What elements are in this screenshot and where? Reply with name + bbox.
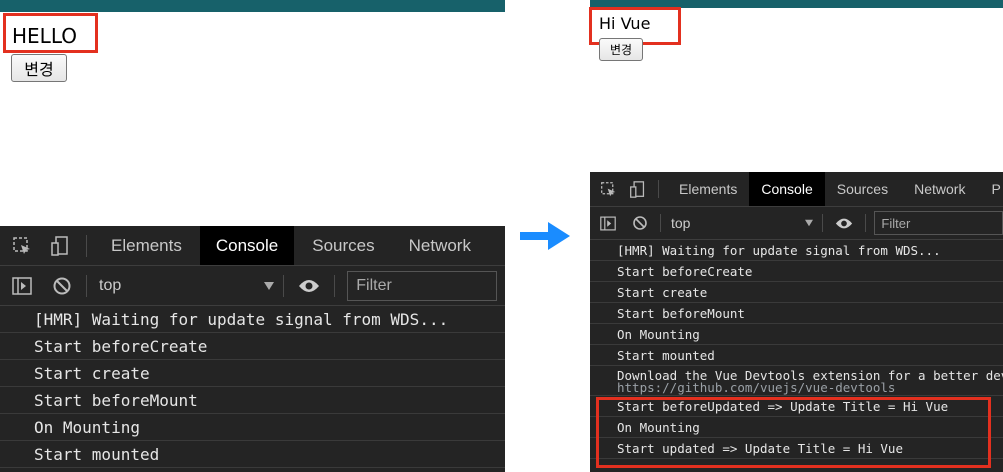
tab-sources[interactable]: Sources <box>837 181 888 197</box>
toolbar-separator <box>283 274 285 297</box>
change-button[interactable]: 변경 <box>11 54 67 82</box>
console-line: Start mounted <box>590 345 1003 366</box>
console-line: Start create <box>590 282 1003 303</box>
console-toolbar: top Filter <box>590 207 1003 240</box>
sidebar-toggle-icon[interactable] <box>12 276 32 295</box>
tab-performance[interactable]: P <box>991 181 1000 197</box>
filter-placeholder: Filter <box>356 276 392 294</box>
console-line: Start beforeCreate <box>0 333 505 360</box>
inspect-icon[interactable] <box>600 181 617 198</box>
console-line: Start mounted <box>0 441 505 468</box>
device-icon[interactable] <box>50 235 72 257</box>
tab-separator <box>86 234 87 257</box>
console-message-multiline: Download the Vue Devtools extension for … <box>590 366 1003 396</box>
eye-icon[interactable] <box>298 278 320 294</box>
console-line: Start beforeCreate <box>590 261 1003 282</box>
console-toolbar: top Filter <box>0 266 505 306</box>
tab-sources[interactable]: Sources <box>312 236 374 256</box>
highlight-box <box>3 13 98 53</box>
clear-console-icon[interactable] <box>632 215 648 231</box>
devtools-link[interactable]: https://github.com/vuejs/vue-devtools <box>617 381 1003 394</box>
toolbar-separator <box>86 274 87 297</box>
toolbar-separator <box>865 214 867 232</box>
toolbar-separator <box>660 214 661 232</box>
console-line: Start beforeMount <box>0 387 505 414</box>
tab-network[interactable]: Network <box>914 181 965 197</box>
change-button[interactable]: 변경 <box>599 38 643 61</box>
devtools-tabbar: Elements Console Sources Network P <box>590 172 1003 207</box>
dropdown-caret-icon[interactable] <box>263 281 275 291</box>
dropdown-caret-icon[interactable] <box>804 219 814 227</box>
console-line: On Mounting <box>0 414 505 441</box>
filter-input[interactable]: Filter <box>347 270 498 301</box>
context-selector[interactable]: top <box>671 215 690 231</box>
filter-input[interactable]: Filter <box>874 211 1003 235</box>
inspect-icon[interactable] <box>12 236 34 256</box>
devtools-tabbar: Elements Console Sources Network <box>0 226 505 266</box>
devtools-panel: Elements Console Sources Network top Fil… <box>0 226 505 472</box>
tab-console[interactable]: Console <box>749 172 825 206</box>
console-line: [HMR] Waiting for update signal from WDS… <box>0 306 505 333</box>
tab-elements[interactable]: Elements <box>679 181 737 197</box>
page-header-bar <box>0 0 505 12</box>
console-output: [HMR] Waiting for update signal from WDS… <box>0 306 505 468</box>
tab-elements[interactable]: Elements <box>111 236 182 256</box>
toolbar-separator <box>334 274 336 297</box>
tab-network[interactable]: Network <box>409 236 471 256</box>
console-line: Start beforeMount <box>590 303 1003 324</box>
eye-icon[interactable] <box>835 217 853 230</box>
device-icon[interactable] <box>629 180 646 199</box>
console-line: [HMR] Waiting for update signal from WDS… <box>590 240 1003 261</box>
highlight-box <box>596 397 991 468</box>
filter-placeholder: Filter <box>881 215 911 231</box>
tab-separator <box>658 180 659 198</box>
clear-console-icon[interactable] <box>52 276 72 296</box>
tab-console[interactable]: Console <box>199 226 295 265</box>
console-line: Start create <box>0 360 505 387</box>
right-arrow-icon <box>520 222 570 250</box>
toolbar-separator <box>822 214 824 232</box>
context-selector[interactable]: top <box>99 277 121 295</box>
sidebar-toggle-icon[interactable] <box>600 216 616 231</box>
console-line: On Mounting <box>590 324 1003 345</box>
